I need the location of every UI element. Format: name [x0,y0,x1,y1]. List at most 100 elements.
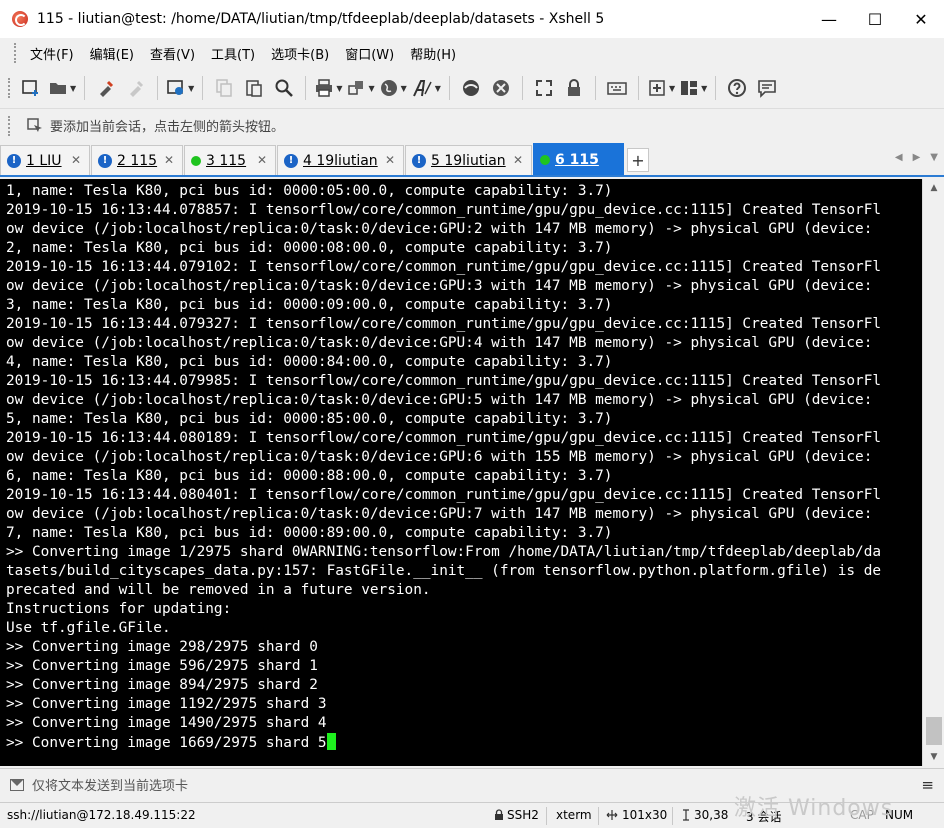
terminal-line: ow device (/job:localhost/replica:0/task… [6,221,873,237]
new-session-icon [22,80,38,96]
menu-tools[interactable]: 工具(T) [203,44,263,63]
terminal-line: 2019-10-15 16:13:44.079102: I tensorflow… [6,259,882,275]
terminal-line: >> Converting image 1490/2975 shard 4 [6,715,327,731]
xshell-logo-icon [12,11,28,27]
tab-6-115-active[interactable]: 6 115 [533,143,624,175]
print-icon [316,79,333,97]
properties-icon [167,80,184,95]
xftp-button[interactable] [458,74,484,102]
help-button[interactable] [724,74,750,102]
menu-edit[interactable]: 编辑(E) [82,44,142,63]
toolbar: ▼ ▼ ▼ ▼ ▼ ▼ ▼ ▼ [0,68,944,108]
tab-4-19liutian[interactable]: ! 4 19liutian ✕ [277,145,404,175]
terminal-output[interactable]: 1, name: Tesla K80, pci bus id: 0000:05:… [0,179,922,766]
scroll-down-icon[interactable]: ▼ [923,748,944,766]
lock-icon [495,809,503,820]
copy-icon [216,79,233,97]
reconnect-button[interactable] [93,74,119,102]
minimize-button[interactable]: — [806,0,852,38]
tab-5-19liutian[interactable]: ! 5 19liutian ✕ [405,145,532,175]
toolbar-separator [448,76,450,100]
compose-menu-icon[interactable]: ≡ [921,776,934,794]
terminal-line: ow device (/job:localhost/replica:0/task… [6,506,873,522]
close-button[interactable]: ✕ [898,0,944,38]
terminal-line: 6, name: Tesla K80, pci bus id: 0000:88:… [6,468,613,484]
session-hint-bar: 要添加当前会话，点击左侧的箭头按钮。 [0,108,944,142]
warning-icon: ! [98,153,112,168]
maximize-button[interactable]: ☐ [852,0,898,38]
menu-bar: 文件(F) 编辑(E) 查看(V) 工具(T) 选项卡(B) 窗口(W) 帮助(… [0,38,944,68]
globe-button[interactable]: ▼ [379,74,407,102]
layout-dropdown-icon: ▼ [701,83,708,93]
warning-icon: ! [284,153,298,168]
paste-button[interactable] [241,74,267,102]
tab-label: 6 115 [555,151,599,168]
tab-close-icon[interactable]: ✕ [513,153,523,167]
session-hint-text: 要添加当前会话，点击左侧的箭头按钮。 [50,120,285,135]
keyboard-button[interactable] [604,74,630,102]
menu-help[interactable]: 帮助(H) [402,44,464,63]
toolbar-separator [202,76,204,100]
lock-button[interactable] [561,74,587,102]
tab-list-icon[interactable]: ▼ [930,152,938,163]
toolbar-grip [8,78,12,98]
terminal-cursor [326,733,336,750]
font-button[interactable]: ▼ [411,74,441,102]
paste-icon [246,80,263,97]
tab-label: 3 115 [206,152,247,169]
print-button[interactable]: ▼ [314,74,342,102]
tab-1-liu[interactable]: ! 1 LIU ✕ [0,145,90,175]
terminal-line: 2, name: Tesla K80, pci bus id: 0000:08:… [6,240,613,256]
open-folder-icon [50,83,66,94]
terminal-line: 1, name: Tesla K80, pci bus id: 0000:05:… [6,183,613,199]
transfer-dropdown-icon: ▼ [368,83,375,93]
properties-dropdown-icon: ▼ [188,83,195,93]
terminal-line-text: >> Converting image 1669/2975 shard 5 [6,735,327,751]
menu-window[interactable]: 窗口(W) [337,44,402,63]
font-dropdown-icon: ▼ [434,83,441,93]
terminal-line: precated and will be removed in a future… [6,582,431,598]
open-button[interactable]: ▼ [48,74,76,102]
transfer-button[interactable]: ▼ [346,74,375,102]
tab-close-icon[interactable]: ✕ [71,153,81,167]
add-session-arrow-button[interactable] [24,115,46,137]
terminal-line: 2019-10-15 16:13:44.079985: I tensorflow… [6,373,882,389]
menu-view[interactable]: 查看(V) [142,44,203,63]
fullscreen-button[interactable] [531,74,557,102]
tab-next-icon[interactable]: ▶ [913,152,921,163]
add-icon [649,80,665,96]
tab-navigation: ◀ ▶ ▼ [895,152,938,163]
tab-label: 5 19liutian [431,152,506,169]
layout-button[interactable]: ▼ [679,74,707,102]
menu-file[interactable]: 文件(F) [22,44,82,63]
terminal-line: 5, name: Tesla K80, pci bus id: 0000:85:… [6,411,613,427]
new-tab-button[interactable]: + [627,148,649,172]
menu-tabs[interactable]: 选项卡(B) [263,44,337,63]
chat-icon [758,80,777,98]
add-button[interactable]: ▼ [647,74,675,102]
disconnect-icon [130,80,144,97]
tab-3-115[interactable]: 3 115 ✕ [184,145,276,175]
terminal-scrollbar[interactable]: ▲ ▼ [922,179,944,766]
toolbar-separator [521,76,523,100]
tab-close-icon[interactable]: ✕ [257,153,267,167]
chat-button[interactable] [754,74,780,102]
tab-label: 2 115 [117,152,158,169]
globe-icon [380,80,397,96]
copy-button[interactable] [211,74,237,102]
new-session-button[interactable] [18,74,44,102]
tab-prev-icon[interactable]: ◀ [895,152,903,163]
tab-2-115[interactable]: ! 2 115 ✕ [91,145,183,175]
arrow-pointer-icon [27,117,42,132]
scroll-thumb[interactable] [926,717,942,745]
tab-close-icon[interactable]: ✕ [385,153,395,167]
reconnect-icon [100,80,114,97]
tab-close-icon[interactable]: ✕ [164,153,174,167]
terminal-line: Instructions for updating: [6,601,232,617]
properties-button[interactable]: ▼ [166,74,194,102]
xmanager-button[interactable] [488,74,514,102]
lock-icon [567,79,580,96]
find-button[interactable] [271,74,297,102]
scroll-up-icon[interactable]: ▲ [923,179,944,197]
disconnect-button[interactable] [123,74,149,102]
